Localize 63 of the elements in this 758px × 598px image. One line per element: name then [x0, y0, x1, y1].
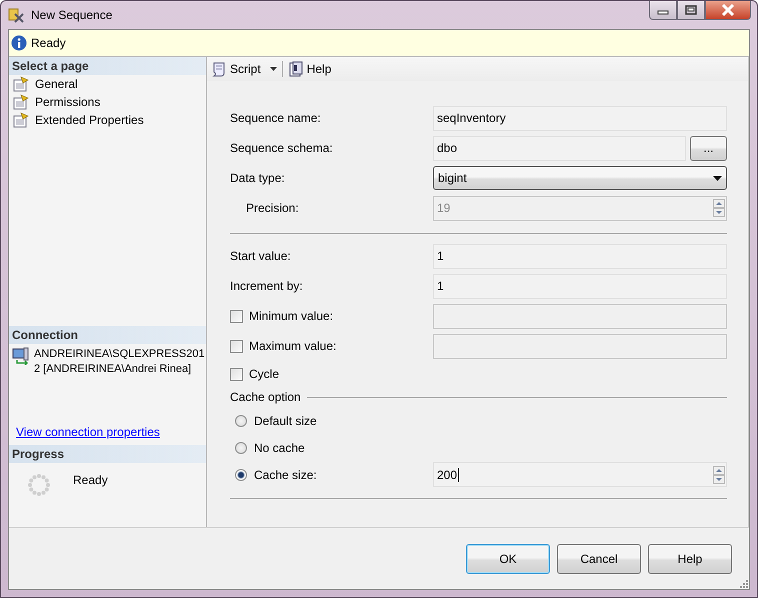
section-header: Connection [9, 326, 206, 344]
progress-spinner-icon [27, 473, 51, 497]
minimize-button[interactable] [649, 1, 677, 20]
field-label: Sequence name: [230, 111, 322, 125]
dialog-button[interactable]: OK [466, 544, 550, 574]
field-label: Sequence schema: [230, 141, 334, 155]
page-icon [13, 76, 29, 92]
caret-icon [270, 67, 277, 71]
maximize-icon [685, 5, 697, 15]
window-title: New Sequence [31, 8, 112, 22]
field-label: Start value: [230, 249, 292, 263]
section-header: Select a page [9, 57, 206, 75]
group-title: Cache option [230, 390, 301, 404]
field-label: Data type: [230, 171, 286, 185]
connection-server-text: ANDREIRINEA\SQLEXPRESS2012 [ANDREIRINEA\Andrei Rinea] [34, 347, 206, 377]
info-icon [11, 35, 27, 51]
page-icon [13, 112, 29, 128]
checkbox[interactable] [230, 310, 243, 322]
checkbox[interactable] [230, 340, 243, 352]
checkbox-label: Cycle [249, 367, 280, 381]
view-connection-properties-link[interactable]: View connection properties [16, 425, 206, 439]
radio-label: Cache size: [254, 468, 317, 482]
dialog-button[interactable]: Help [648, 544, 732, 574]
radio-button[interactable] [235, 442, 247, 454]
close-icon [721, 4, 735, 16]
page-icon [13, 94, 29, 110]
input-field[interactable]: seqInventory [433, 106, 727, 130]
server-icon [12, 347, 30, 365]
sidebar-item[interactable]: General [9, 75, 206, 93]
radio-label: Default size [254, 414, 317, 428]
scroll-icon [211, 61, 227, 77]
input-field[interactable] [433, 334, 727, 358]
field-label: Precision: [245, 201, 300, 215]
checkbox-label: Maximum value: [249, 339, 336, 353]
progress-status-text: Ready [73, 473, 108, 487]
spin-arrows-icon [713, 199, 725, 217]
spinner-field[interactable]: 200 [433, 462, 727, 487]
help-button[interactable]: Help [286, 59, 334, 79]
sidebar-item[interactable]: Extended Properties [9, 111, 206, 129]
field-label: Increment by: [230, 279, 304, 293]
book-icon [288, 61, 304, 77]
spin-arrows-icon [713, 466, 725, 484]
sidebar-item[interactable]: Permissions [9, 93, 206, 111]
resize-grip-icon [738, 578, 748, 588]
radio-button[interactable] [235, 414, 247, 426]
radio-button[interactable] [235, 468, 247, 480]
browse-button[interactable]: ... [690, 136, 727, 160]
checkbox[interactable] [230, 368, 243, 380]
input-field[interactable]: 1 [433, 244, 727, 268]
maximize-button[interactable] [677, 1, 705, 20]
section-header: Progress [9, 445, 206, 463]
dialog-button[interactable]: Cancel [557, 544, 641, 574]
input-field[interactable]: 1 [433, 274, 727, 298]
tools-icon [7, 6, 25, 24]
script-dropdown-button[interactable]: Script [209, 59, 279, 79]
input-field[interactable] [433, 304, 727, 328]
checkbox-label: Minimum value: [249, 309, 334, 323]
dropdown-arrow-icon [713, 176, 722, 180]
radio-label: No cache [254, 440, 305, 454]
input-field[interactable]: dbo [433, 136, 686, 160]
dropdown[interactable]: bigint [433, 166, 727, 190]
close-button[interactable] [705, 1, 751, 20]
status-text: Ready [31, 36, 66, 50]
